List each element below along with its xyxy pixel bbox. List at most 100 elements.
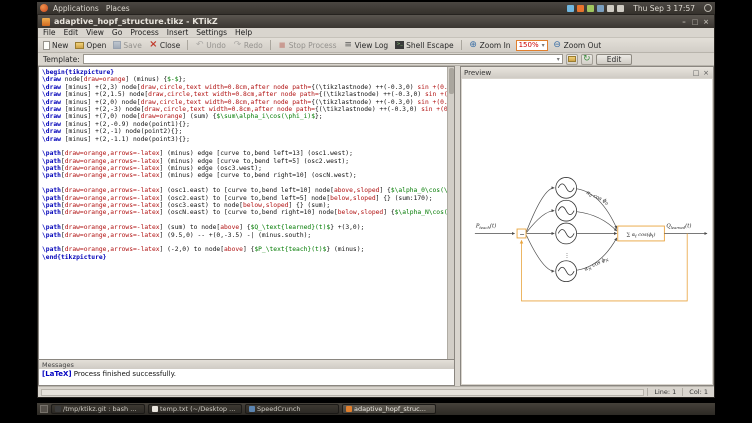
code-line[interactable]: \path[draw=orange,arrows=-latex] (osc2.e…	[42, 195, 447, 202]
code-line[interactable]: \path[draw=orange,arrows=-latex] (-2,0) …	[42, 246, 447, 253]
code-line[interactable]	[42, 239, 447, 246]
code-segment: {(\tikzlastnode) ++(-0.3,0)	[319, 91, 425, 98]
code-line[interactable]: \begin{tikzpicture}	[42, 69, 447, 76]
code-segment: draw,circle,text width=0.8cm,after node …	[148, 91, 319, 98]
zoom-level-combo[interactable]: 150%▾	[516, 40, 548, 51]
code-line[interactable]: \draw [minus] +(2,0) node[draw,circle,te…	[42, 99, 447, 106]
template-combo[interactable]: ▾	[83, 54, 563, 64]
code-segment: ] (minus) edge [curve to,bend left=13] (…	[160, 150, 353, 157]
minimize-button[interactable]	[680, 18, 688, 26]
chevron-down-icon: ▾	[542, 42, 545, 49]
editor-scrollbar[interactable]	[447, 67, 454, 359]
distro-logo-icon[interactable]	[40, 4, 48, 12]
view-log-icon	[344, 41, 353, 50]
code-line[interactable]: \draw [minus] +(2,1.5) node[draw,circle,…	[42, 91, 447, 98]
code-segment: [minus] +(2,1.5) node[	[61, 91, 148, 98]
sine-wave-icon	[558, 207, 574, 215]
menu-process[interactable]: Process	[130, 28, 158, 37]
code-line[interactable]: \path[draw=orange,arrows=-latex] (minus)…	[42, 150, 447, 157]
volume-icon[interactable]	[607, 5, 614, 12]
titlebar[interactable]: adaptive_hopf_structure.tikz - KTikZ	[38, 15, 714, 28]
code-segment: $P_\text{teach}(t)$	[254, 246, 326, 253]
code-segment: \draw	[42, 99, 61, 106]
menu-settings[interactable]: Settings	[196, 28, 227, 37]
zoom-in-button[interactable]: Zoom In	[467, 40, 513, 51]
code-line[interactable]: \path[draw=orange,arrows=-latex] (minus)…	[42, 158, 447, 165]
panel-menu-applications[interactable]: Applications	[53, 4, 99, 13]
code-line[interactable]: \path[draw=orange,arrows=-latex] (oscN.e…	[42, 209, 447, 216]
template-row: Template: ▾ Edit	[38, 53, 714, 66]
ellipsis-dots: ⋮	[564, 252, 570, 259]
menu-view[interactable]: View	[86, 28, 104, 37]
template-reload-button[interactable]	[581, 54, 593, 65]
template-edit-button[interactable]: Edit	[596, 54, 633, 65]
new-button[interactable]: New	[41, 40, 70, 51]
code-line[interactable]	[42, 180, 447, 187]
code-line[interactable]: \draw [minus] +(2,3) node[draw,circle,te…	[42, 84, 447, 91]
code-line[interactable]	[42, 143, 447, 150]
code-segment: {(\tikzlastnode) ++(-0.3,0)	[315, 106, 421, 113]
maximize-button[interactable]	[691, 18, 699, 26]
code-segment: ] (sum) {	[182, 113, 216, 120]
code-segment: above,sloped	[334, 187, 380, 194]
zoom-out-button[interactable]: Zoom Out	[551, 40, 604, 51]
fanout-edge	[526, 235, 554, 271]
session-menu-icon[interactable]	[704, 4, 712, 12]
task-button[interactable]: /tmp/ktikz.git : bash ...	[51, 404, 145, 414]
code-line[interactable]: \end{tikzpicture}	[42, 254, 447, 261]
code-line[interactable]: \draw node[draw=orange] (minus) {$-$};	[42, 76, 447, 83]
menu-file[interactable]: File	[43, 28, 56, 37]
code-segment: draw=orange	[141, 113, 183, 120]
menu-go[interactable]: Go	[112, 28, 122, 37]
template-browse-button[interactable]	[566, 54, 578, 65]
panel-menu-places[interactable]: Places	[106, 4, 130, 13]
editor-scrollbar-thumb[interactable]	[449, 68, 454, 94]
edge-top-label: α0 cos ϕ0	[585, 190, 610, 207]
shell-escape-button[interactable]: Shell Escape	[393, 40, 455, 51]
code-line[interactable]: \path[draw=orange,arrows=-latex] (9.5,0)…	[42, 232, 447, 239]
messaging-icon[interactable]	[577, 5, 584, 12]
toolbar-button-label: Redo	[244, 41, 263, 50]
code-line[interactable]: \draw [minus] +(2,-1.1) node(point3){};	[42, 136, 447, 143]
task-button[interactable]: adaptive_hopf_struc...	[342, 404, 436, 414]
code-line[interactable]: \draw [minus] +(7,0) node[draw=orange] (…	[42, 113, 447, 120]
toolbar-button-label: Zoom In	[480, 41, 511, 50]
float-panel-icon[interactable]	[692, 69, 700, 77]
code-segment: draw=orange,arrows=-latex	[65, 172, 160, 179]
toolbar-button-label: Shell Escape	[406, 41, 453, 50]
code-segment: ] {	[379, 187, 390, 194]
code-area[interactable]: \begin{tikzpicture}\draw node[draw=orang…	[39, 67, 447, 359]
code-line[interactable]: \draw [minus] +(2,-1) node(point2){};	[42, 128, 447, 135]
open-button[interactable]: Open	[73, 40, 108, 51]
preview-header[interactable]: Preview	[461, 67, 713, 78]
task-button[interactable]: SpeedCrunch	[245, 404, 339, 414]
close-panel-icon[interactable]	[702, 69, 710, 77]
code-line[interactable]: \draw [minus] +(2,-0.9) node(point1){};	[42, 121, 447, 128]
code-segment: draw=orange,arrows=-latex	[65, 246, 160, 253]
preview-title: Preview	[464, 69, 491, 77]
menu-edit[interactable]: Edit	[64, 28, 79, 37]
network-icon[interactable]	[617, 5, 624, 12]
code-line[interactable]	[42, 217, 447, 224]
open-icon	[75, 42, 84, 49]
code-editor[interactable]: \begin{tikzpicture}\draw node[draw=orang…	[38, 66, 455, 360]
code-line[interactable]: \path[draw=orange,arrows=-latex] (sum) t…	[42, 224, 447, 231]
close-window-button[interactable]	[702, 18, 710, 26]
code-line[interactable]: \path[draw=orange,arrows=-latex] (osc3.e…	[42, 202, 447, 209]
remote-desktop-icon[interactable]	[567, 5, 574, 12]
close-button[interactable]: Close	[147, 40, 182, 51]
menu-help[interactable]: Help	[235, 28, 252, 37]
code-line[interactable]: \path[draw=orange,arrows=-latex] (minus)…	[42, 165, 447, 172]
folder-icon	[568, 56, 576, 62]
bluetooth-icon[interactable]	[597, 5, 604, 12]
menu-insert[interactable]: Insert	[167, 28, 189, 37]
task-button[interactable]: temp.txt (~/Desktop ...	[148, 404, 242, 414]
code-line[interactable]: \draw [minus] +(2,-3) node[draw,circle,t…	[42, 106, 447, 113]
code-line[interactable]: \path[draw=orange,arrows=-latex] (osc1.e…	[42, 187, 447, 194]
show-desktop-icon[interactable]	[40, 405, 48, 413]
code-line[interactable]: \path[draw=orange,arrows=-latex] (minus)…	[42, 172, 447, 179]
battery-icon[interactable]	[587, 5, 594, 12]
panel-clock[interactable]: Thu Sep 3 17:57	[633, 4, 695, 13]
menubar: File Edit View Go Process Insert Settings Help	[38, 28, 714, 38]
view-log-button[interactable]: View Log	[342, 40, 391, 51]
